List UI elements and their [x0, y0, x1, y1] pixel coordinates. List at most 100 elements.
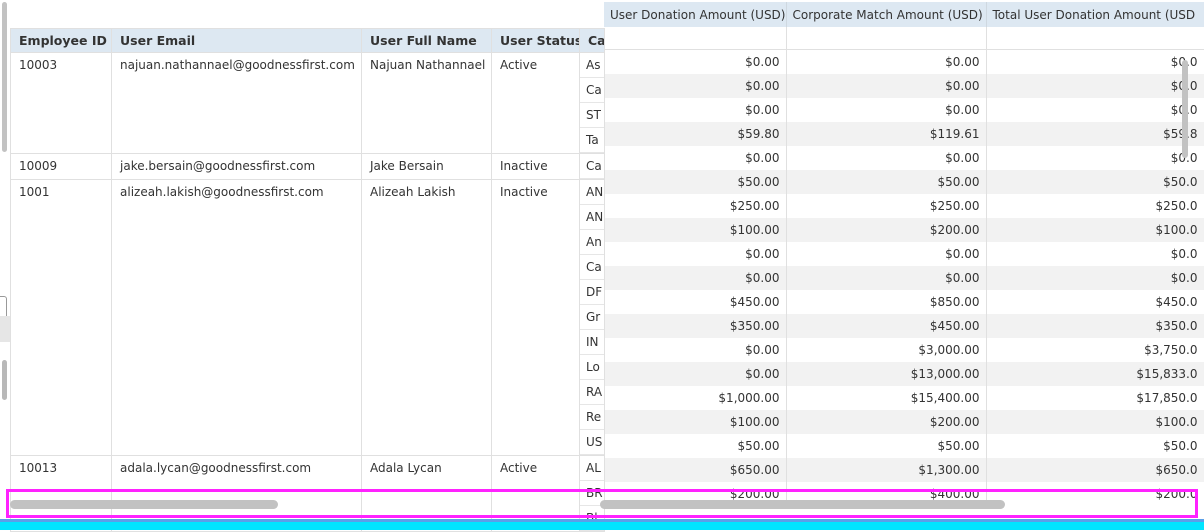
user-full-name-cell: Najuan Nathannael — [361, 52, 492, 154]
total-user-donation-amount-cell: $450.0 — [986, 290, 1204, 314]
total-user-donation-amount-cell: $650.0 — [986, 458, 1204, 482]
amount-row[interactable]: $0.00$0.00$0.0 — [604, 242, 1204, 266]
corporate-match-amount-cell: $0.00 — [786, 74, 987, 98]
cause-item: Ca — [580, 78, 604, 103]
corporate-match-amount-cell: $450.00 — [786, 314, 987, 338]
corporate-match-amount-cell: $0.00 — [786, 266, 987, 290]
amounts-table: User Donation Amount (USD) Corporate Mat… — [604, 2, 1204, 506]
cause-cell: Ca — [579, 153, 605, 180]
table-row[interactable]: 10003 najuan.nathannael@goodnessfirst.com… — [10, 52, 605, 154]
total-user-donation-amount-cell: $0.0 — [986, 266, 1204, 290]
cause-item: RA — [580, 380, 604, 405]
user-email-cell: najuan.nathannael@goodnessfirst.com — [111, 52, 362, 154]
user-donation-amount-cell: $250.00 — [604, 194, 787, 218]
employee-id-cell: 10003 — [10, 52, 112, 154]
left-panel-edge — [0, 0, 10, 530]
amount-row[interactable]: $0.00 $13,000.00 $15,833.0 — [604, 362, 1204, 386]
user-full-name-cell: Jake Bersain — [361, 153, 492, 180]
user-donation-amount-cell: $59.80 — [604, 122, 787, 146]
user-donation-amount-cell: $0.00 — [604, 266, 787, 290]
user-donation-amount-cell: $1,000.00 — [604, 386, 787, 410]
amount-row[interactable]: $650.00 $1,300.00 $650.0 — [604, 458, 1204, 482]
header-spacer-row — [604, 27, 1204, 50]
header-user-full-name[interactable]: User Full Name — [361, 28, 492, 53]
corporate-match-amount-cell: $200.00 — [786, 218, 987, 242]
cause-item: AL — [580, 457, 604, 481]
left-horizontal-scrollbar-thumb[interactable] — [10, 500, 278, 509]
corporate-match-amount-cell: $850.00 — [786, 290, 987, 314]
amount-row[interactable]: $450.00 $850.00 $450.0 — [604, 290, 1204, 314]
user-donation-amount-cell: $50.00 — [604, 434, 787, 458]
users-table: Employee ID User Email User Full Name Us… — [10, 28, 605, 532]
corporate-match-amount-cell: $50.00 — [786, 170, 987, 194]
user-status-cell: Inactive — [491, 153, 580, 180]
cause-item: Ta — [580, 128, 604, 153]
corporate-match-amount-cell: $0.00 — [786, 146, 987, 170]
employee-id-cell: 10009 — [10, 153, 112, 180]
user-donation-amount-cell: $450.00 — [604, 290, 787, 314]
corporate-match-amount-cell: $3,000.00 — [786, 338, 987, 362]
total-user-donation-amount-cell: $0.0 — [986, 146, 1204, 170]
user-donation-amount-cell: $0.00 — [604, 49, 787, 74]
user-email-cell: alizeah.lakish@goodnessfirst.com — [111, 179, 362, 456]
cause-item: Gr — [580, 305, 604, 330]
user-email-cell: jake.bersain@goodnessfirst.com — [111, 153, 362, 180]
total-user-donation-amount-cell: $59.8 — [986, 122, 1204, 146]
user-donation-amount-cell: $0.00 — [604, 242, 787, 266]
cause-item: AN — [580, 205, 604, 230]
corporate-match-amount-cell: $119.61 — [786, 122, 987, 146]
header-user-email[interactable]: User Email — [111, 28, 362, 53]
corporate-match-amount-cell: $200.00 — [786, 410, 987, 434]
header-user-status[interactable]: User Status — [491, 28, 580, 53]
amount-row[interactable]: $59.80 $119.61 $59.8 — [604, 122, 1204, 146]
header-total-user-donation-amount[interactable]: Total User Donation Amount (USD — [986, 2, 1204, 27]
table-row[interactable]: 1001 alizeah.lakish@goodnessfirst.com Aliz… — [10, 179, 605, 456]
table-row[interactable]: 10009 jake.bersain@goodnessfirst.com Jake … — [10, 153, 605, 180]
header-cause-truncated[interactable]: Ca — [579, 28, 605, 53]
cause-item: DF — [580, 280, 604, 305]
header-employee-id[interactable]: Employee ID — [10, 28, 112, 53]
amount-row[interactable]: $50.00 $50.00 $50.0 — [604, 434, 1204, 458]
amount-row[interactable]: $350.00 $450.00 $350.0 — [604, 314, 1204, 338]
amount-row[interactable]: $1,000.00 $15,400.00 $17,850.0 — [604, 386, 1204, 410]
amount-row[interactable]: $0.00$0.00$0.0 — [604, 266, 1204, 290]
cause-item: ST — [580, 103, 604, 128]
header-corporate-match-amount[interactable]: Corporate Match Amount (USD) — [786, 2, 987, 27]
employee-id-cell: 1001 — [10, 179, 112, 456]
corporate-match-amount-cell: $1,300.00 — [786, 458, 987, 482]
cause-cell: As Ca ST Ta — [579, 52, 605, 154]
left-panel-scrollbar-thumb-lower[interactable] — [2, 360, 7, 400]
amount-row[interactable]: $50.00 $50.00 $50.0 — [604, 170, 1204, 194]
amount-row[interactable]: $0.00$0.00$0.0 — [604, 49, 1204, 74]
header-user-donation-amount[interactable]: User Donation Amount (USD) — [604, 2, 787, 27]
user-donation-amount-cell: $100.00 — [604, 410, 787, 434]
user-donation-amount-cell: $0.00 — [604, 98, 787, 122]
total-user-donation-amount-cell: $0.0 — [986, 49, 1204, 74]
amount-row[interactable]: $250.00 $250.00 $250.0 — [604, 194, 1204, 218]
total-user-donation-amount-cell: $200.0 — [986, 482, 1204, 506]
cause-item: IN — [580, 330, 604, 355]
vertical-scrollbar-thumb[interactable] — [1182, 60, 1188, 158]
total-user-donation-amount-cell: $350.0 — [986, 314, 1204, 338]
corporate-match-amount-cell: $50.00 — [786, 434, 987, 458]
cause-item: Ca — [580, 155, 604, 179]
amount-row[interactable]: $100.00 $200.00 $100.0 — [604, 410, 1204, 434]
left-panel-scrollbar-thumb[interactable] — [2, 2, 7, 152]
user-donation-amount-cell: $650.00 — [604, 458, 787, 482]
user-donation-amount-cell: $100.00 — [604, 218, 787, 242]
cause-item: Ca — [580, 255, 604, 280]
amount-row[interactable]: $0.00$0.00$0.0 — [604, 74, 1204, 98]
right-horizontal-scrollbar-thumb[interactable] — [600, 500, 1005, 509]
amount-row[interactable]: $0.00 $3,000.00 $3,750.0 — [604, 338, 1204, 362]
bottom-cyan-bar — [0, 522, 1204, 530]
amount-row[interactable]: $0.00$0.00$0.0 — [604, 146, 1204, 170]
user-donation-amount-cell: $0.00 — [604, 338, 787, 362]
corporate-match-amount-cell: $250.00 — [786, 194, 987, 218]
cause-item: As — [580, 54, 604, 78]
user-full-name-cell: Alizeah Lakish — [361, 179, 492, 456]
total-user-donation-amount-cell: $50.0 — [986, 434, 1204, 458]
total-user-donation-amount-cell: $50.0 — [986, 170, 1204, 194]
amount-row[interactable]: $100.00 $200.00 $100.0 — [604, 218, 1204, 242]
corporate-match-amount-cell: $13,000.00 — [786, 362, 987, 386]
amount-row[interactable]: $0.00$0.00$0.0 — [604, 98, 1204, 122]
